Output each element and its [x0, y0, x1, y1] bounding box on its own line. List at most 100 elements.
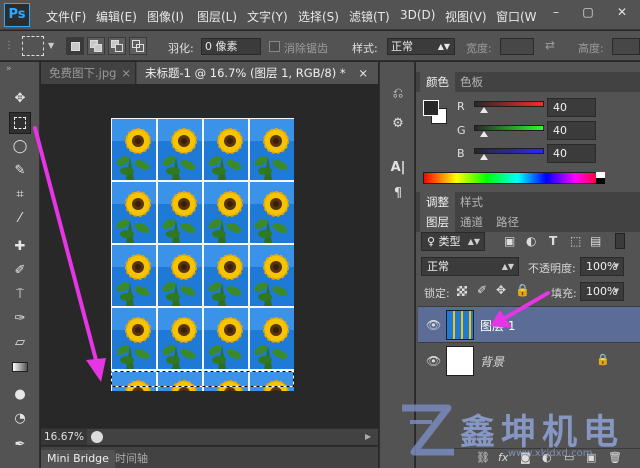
history-panel-icon[interactable]: ⎌ [388, 84, 408, 104]
tab-styles[interactable]: 样式 [454, 192, 489, 212]
marquee-preset-icon[interactable] [22, 36, 44, 56]
tab-channels[interactable]: 通道 [454, 212, 489, 232]
layer-name[interactable]: 图层 1 [480, 317, 515, 334]
blur-tool-icon[interactable]: ● [9, 384, 31, 406]
menu-view[interactable]: 视图(V) [445, 8, 487, 25]
lasso-tool-icon[interactable]: ◯ [9, 136, 31, 158]
tab-layers[interactable]: 图层 [420, 212, 455, 232]
slider-thumb-icon[interactable] [480, 131, 488, 137]
layer-row-layer1[interactable]: 👁 图层 1 [418, 306, 640, 342]
visibility-eye-icon[interactable]: 👁 [426, 318, 441, 332]
crop-tool-icon[interactable]: ⌗ [9, 184, 31, 206]
chevron-down-icon[interactable]: ▼ [48, 41, 54, 50]
slider-thumb-icon[interactable] [480, 154, 488, 160]
filter-type-icon[interactable]: T [549, 234, 557, 248]
quick-select-tool-icon[interactable]: ✎ [9, 160, 31, 182]
visibility-eye-icon[interactable]: 👁 [426, 354, 441, 368]
swap-icon[interactable]: ⇄ [545, 38, 555, 52]
lock-paint-icon[interactable]: ✐ [477, 283, 487, 297]
filter-shape-icon[interactable]: ⬚ [570, 234, 581, 248]
stamp-tool-icon[interactable]: ⍑ [9, 284, 31, 306]
character-panel-icon[interactable]: A| [388, 158, 408, 178]
grip-icon: ⋮ [4, 40, 14, 51]
intersect-selection-button[interactable] [129, 37, 147, 55]
height-input[interactable] [612, 38, 640, 55]
black-white-swatch[interactable] [596, 172, 605, 184]
dodge-tool-icon[interactable]: ◔ [9, 408, 31, 430]
width-input[interactable] [500, 38, 534, 55]
tab-paths[interactable]: 路径 [490, 212, 525, 232]
feather-input[interactable]: 0 像素 [201, 38, 261, 55]
eraser-tool-icon[interactable]: ▱ [9, 332, 31, 354]
move-tool-icon[interactable]: ✥ [9, 88, 31, 110]
new-selection-button[interactable] [66, 37, 84, 55]
menu-select[interactable]: 选择(S) [298, 8, 339, 25]
filter-pixel-icon[interactable]: ▣ [504, 234, 515, 248]
actions-panel-icon[interactable]: ⚙ [388, 114, 408, 134]
color-spectrum-bar[interactable] [423, 172, 605, 184]
sunflower-grid [111, 118, 294, 391]
opacity-input[interactable]: 100% ▼ [580, 257, 624, 276]
fill-input[interactable]: 100% ▼ [580, 282, 624, 301]
healing-tool-icon[interactable]: ✚ [9, 236, 31, 258]
zoom-level[interactable]: 16.67% [41, 429, 87, 445]
menu-edit[interactable]: 编辑(E) [96, 8, 137, 25]
menu-layer[interactable]: 图层(L) [197, 8, 237, 25]
gradient-tool-icon[interactable] [9, 356, 31, 378]
feather-label: 羽化: [168, 42, 194, 55]
menu-3d[interactable]: 3D(D) [400, 8, 435, 22]
blend-mode-select[interactable]: 正常 ▲▼ [421, 257, 519, 276]
menu-image[interactable]: 图像(I) [147, 8, 184, 25]
subtract-selection-button[interactable] [108, 37, 126, 55]
tab-close-icon[interactable]: × [358, 62, 368, 84]
layers-panel-tabs: 图层 通道 路径 [416, 212, 640, 232]
eyedropper-tool-icon[interactable]: ⁄ [9, 208, 31, 230]
style-select[interactable]: 正常 ▲▼ [387, 38, 455, 55]
document-canvas[interactable] [111, 118, 294, 391]
layer-thumbnail [446, 310, 474, 340]
channel-r-input[interactable]: 40 [547, 98, 596, 117]
channel-g-input[interactable]: 40 [547, 121, 596, 140]
scroll-right-icon[interactable]: ▶ [365, 432, 371, 441]
tab-adjustments[interactable]: 调整 [420, 192, 455, 212]
add-selection-button[interactable] [87, 37, 105, 55]
minimize-button[interactable]: – [540, 2, 572, 22]
filter-adjust-icon[interactable]: ◐ [526, 234, 536, 248]
brush-tool-icon[interactable]: ✐ [9, 260, 31, 282]
antialias-checkbox[interactable] [269, 41, 280, 52]
filter-toggle[interactable] [615, 233, 625, 249]
lock-all-icon[interactable]: 🔒 [515, 283, 530, 297]
tab-doc-free-image[interactable]: 免费图下.jpg × [41, 62, 136, 84]
status-bar: 16.67% ▶ [41, 428, 378, 445]
watermark-url: www.xkjdxd.com [508, 448, 593, 459]
tab-mini-bridge[interactable]: Mini Bridge [41, 450, 115, 468]
layer-filter-select[interactable]: ♀ 类型 ▲▼ [421, 232, 485, 251]
tab-timeline[interactable]: 时间轴 [109, 450, 154, 468]
menu-file[interactable]: 文件(F) [46, 8, 86, 25]
slider-thumb-icon[interactable] [480, 107, 488, 113]
history-brush-tool-icon[interactable]: ✑ [9, 308, 31, 330]
paragraph-panel-icon[interactable]: ¶ [388, 184, 408, 204]
filter-smart-icon[interactable]: ▤ [590, 234, 601, 248]
close-window-button[interactable]: ✕ [606, 2, 638, 22]
fill-label: 填充: [551, 287, 577, 300]
layer-row-background[interactable]: 👁 背景 🔒 [418, 342, 640, 378]
foreground-color-swatch[interactable] [423, 100, 439, 116]
menu-filter[interactable]: 滤镜(T) [349, 8, 390, 25]
menu-window[interactable]: 窗口(W [496, 8, 537, 25]
pen-tool-icon[interactable]: ✒ [9, 434, 31, 456]
maximize-button[interactable]: ▢ [572, 2, 604, 22]
tab-doc-untitled[interactable]: 未标题-1 @ 16.7% (图层 1, RGB/8) * × [137, 62, 378, 84]
menu-type[interactable]: 文字(Y) [247, 8, 288, 25]
marquee-tool-icon[interactable] [9, 112, 31, 134]
lock-label: 锁定: [424, 287, 450, 300]
lock-move-icon[interactable]: ✥ [496, 283, 506, 297]
layer-name[interactable]: 背景 [480, 353, 504, 370]
tab-color[interactable]: 颜色 [420, 72, 455, 92]
tab-swatches[interactable]: 色板 [454, 72, 489, 92]
collapse-icon[interactable]: » [6, 64, 12, 74]
channel-b-input[interactable]: 40 [547, 144, 596, 163]
lock-transparent-icon[interactable] [457, 286, 467, 296]
status-info-icon[interactable] [91, 431, 103, 443]
tab-close-icon[interactable]: × [121, 62, 131, 84]
